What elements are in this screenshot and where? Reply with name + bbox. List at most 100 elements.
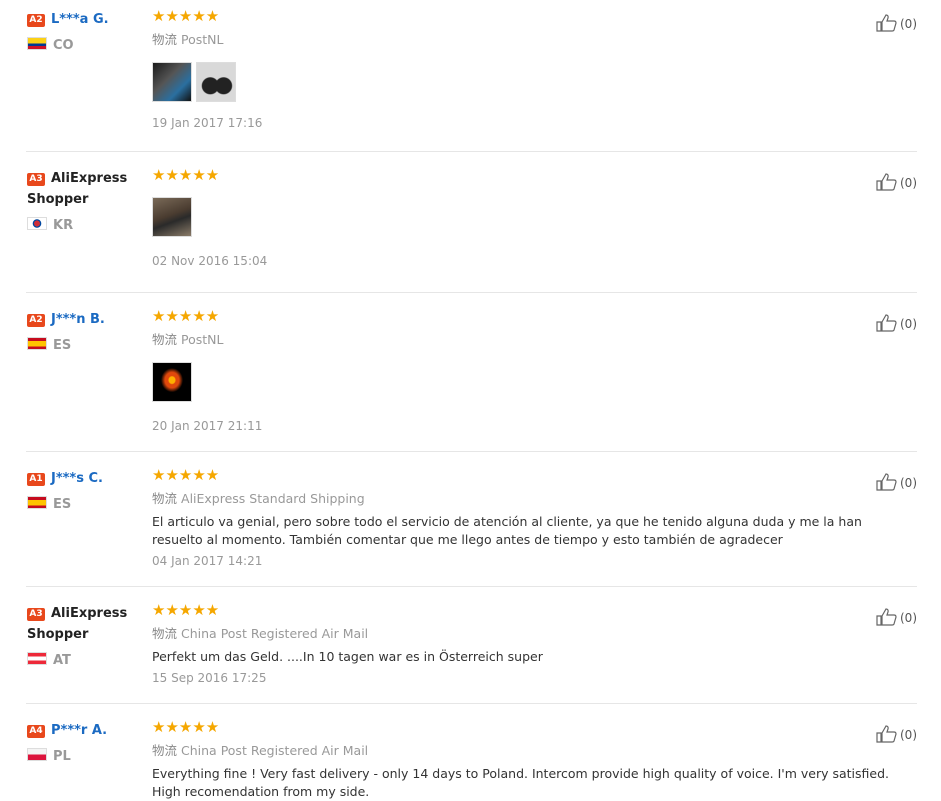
logistics-info: 物流 PostNL bbox=[152, 332, 872, 348]
buyer-level-badge: A1 bbox=[27, 473, 45, 486]
reviewer-country: PL bbox=[27, 748, 139, 764]
logistics-label: 物流 bbox=[152, 32, 178, 47]
buyer-level-badge: A3 bbox=[27, 173, 45, 186]
review-date: 20 Jan 2017 21:11 bbox=[152, 419, 263, 433]
colombia-flag-icon bbox=[27, 37, 47, 50]
review-divider bbox=[26, 703, 917, 704]
austria-flag-icon bbox=[27, 652, 47, 665]
spain-flag-icon bbox=[27, 337, 47, 350]
helpful-count: (0) bbox=[900, 728, 917, 742]
reviewer-country: ES bbox=[27, 337, 139, 353]
review-date: 02 Nov 2016 15:04 bbox=[152, 254, 268, 268]
review-content: ★★★★★ 02 Nov 2016 15:04 bbox=[152, 167, 872, 269]
helpful-button[interactable]: (0) bbox=[876, 473, 917, 491]
poland-flag-icon bbox=[27, 748, 47, 761]
helpful-button[interactable]: (0) bbox=[876, 608, 917, 626]
reviewer-name[interactable]: J***s C. bbox=[51, 471, 103, 486]
reviewer-info: A1 J***s C. ES bbox=[27, 467, 139, 512]
star-rating: ★★★★★ bbox=[152, 466, 220, 484]
review-content: ★★★★★ 物流 AliExpress Standard Shipping El … bbox=[152, 467, 872, 569]
buyer-level-badge: A4 bbox=[27, 725, 45, 738]
reviewer-country: CO bbox=[27, 37, 139, 53]
logistics-method: China Post Registered Air Mail bbox=[181, 743, 369, 758]
logistics-method: PostNL bbox=[181, 32, 224, 47]
review-photos bbox=[152, 62, 872, 104]
reviewer-info: A2 J***n B. ES bbox=[27, 308, 139, 353]
review-text: Everything fine ! Very fast delivery - o… bbox=[152, 766, 890, 799]
reviewer-country: ES bbox=[27, 496, 139, 512]
buyer-level-badge: A2 bbox=[27, 314, 45, 327]
logistics-method: China Post Registered Air Mail bbox=[181, 626, 369, 641]
thumbs-up-icon bbox=[876, 314, 897, 332]
review-divider bbox=[26, 292, 917, 293]
helpful-count: (0) bbox=[900, 317, 917, 331]
thumbs-up-icon bbox=[876, 173, 897, 191]
thumbs-up-icon bbox=[876, 608, 897, 626]
country-code: ES bbox=[53, 338, 72, 353]
south-korea-flag-icon bbox=[27, 217, 47, 230]
reviewer-name[interactable]: J***n B. bbox=[51, 312, 105, 327]
review-date: 19 Jan 2017 17:16 bbox=[152, 116, 263, 130]
spain-flag-icon bbox=[27, 496, 47, 509]
reviewer-info: A4 P***r A. PL bbox=[27, 719, 139, 764]
star-rating: ★★★★★ bbox=[152, 601, 220, 619]
reviewer-country: AT bbox=[27, 652, 139, 668]
reviewer-name[interactable]: P***r A. bbox=[51, 723, 107, 738]
review-divider bbox=[26, 451, 917, 452]
review-photo-thumbnail[interactable] bbox=[152, 197, 192, 237]
logistics-label: 物流 bbox=[152, 332, 178, 347]
review-photo-thumbnail[interactable] bbox=[152, 62, 192, 102]
reviewer-name[interactable]: L***a G. bbox=[51, 12, 109, 27]
country-code: CO bbox=[53, 38, 74, 53]
helpful-count: (0) bbox=[900, 176, 917, 190]
logistics-method: AliExpress Standard Shipping bbox=[181, 491, 365, 506]
review-content: ★★★★★ 物流 PostNL 19 Jan 2017 17:16 bbox=[152, 8, 872, 131]
buyer-level-badge: A2 bbox=[27, 14, 45, 27]
star-rating: ★★★★★ bbox=[152, 307, 220, 325]
logistics-label: 物流 bbox=[152, 743, 178, 758]
review-photos bbox=[152, 197, 872, 239]
review-divider bbox=[26, 151, 917, 152]
country-code: ES bbox=[53, 497, 72, 512]
thumbs-up-icon bbox=[876, 14, 897, 32]
review-date: 15 Sep 2016 17:25 bbox=[152, 671, 267, 685]
helpful-button[interactable]: (0) bbox=[876, 14, 917, 32]
review-divider bbox=[26, 586, 917, 587]
review-content: ★★★★★ 物流 PostNL 20 Jan 2017 21:11 bbox=[152, 308, 872, 434]
logistics-info: 物流 AliExpress Standard Shipping bbox=[152, 491, 872, 507]
logistics-info: 物流 China Post Registered Air Mail bbox=[152, 626, 872, 642]
review-date: 04 Jan 2017 14:21 bbox=[152, 554, 263, 568]
review-photo-thumbnail[interactable] bbox=[152, 362, 192, 402]
star-rating: ★★★★★ bbox=[152, 7, 220, 25]
helpful-count: (0) bbox=[900, 476, 917, 490]
reviewer-country: KR bbox=[27, 217, 139, 233]
helpful-button[interactable]: (0) bbox=[876, 173, 917, 191]
logistics-label: 物流 bbox=[152, 626, 178, 641]
review-text: El articulo va genial, pero sobre todo e… bbox=[152, 514, 862, 547]
review-photo-thumbnail[interactable] bbox=[196, 62, 236, 102]
reviewer-info: A3 AliExpress Shopper KR bbox=[27, 167, 139, 233]
logistics-label: 物流 bbox=[152, 491, 178, 506]
country-code: PL bbox=[53, 749, 71, 764]
buyer-level-badge: A3 bbox=[27, 608, 45, 621]
reviewer-info: A3 AliExpress Shopper AT bbox=[27, 602, 139, 668]
review-photos bbox=[152, 362, 872, 404]
thumbs-up-icon bbox=[876, 473, 897, 491]
review-content: ★★★★★ 物流 China Post Registered Air Mail P… bbox=[152, 602, 872, 686]
review-content: ★★★★★ 物流 China Post Registered Air Mail E… bbox=[152, 718, 889, 801]
reviewer-info: A2 L***a G. CO bbox=[27, 8, 139, 53]
helpful-count: (0) bbox=[900, 17, 917, 31]
helpful-count: (0) bbox=[900, 611, 917, 625]
logistics-info: 物流 China Post Registered Air Mail bbox=[152, 743, 872, 759]
review-list: A2 L***a G. CO ★★★★★ 物流 PostNL 19 Jan 2017… bbox=[0, 0, 941, 799]
country-code: KR bbox=[53, 218, 74, 233]
helpful-button[interactable]: (0) bbox=[876, 725, 917, 743]
country-code: AT bbox=[53, 653, 71, 668]
helpful-button[interactable]: (0) bbox=[876, 314, 917, 332]
star-rating: ★★★★★ bbox=[152, 718, 220, 736]
review-text: Perfekt um das Geld. ....In 10 tagen war… bbox=[152, 649, 543, 664]
thumbs-up-icon bbox=[876, 725, 897, 743]
logistics-method: PostNL bbox=[181, 332, 224, 347]
star-rating: ★★★★★ bbox=[152, 166, 220, 184]
logistics-info: 物流 PostNL bbox=[152, 32, 872, 48]
